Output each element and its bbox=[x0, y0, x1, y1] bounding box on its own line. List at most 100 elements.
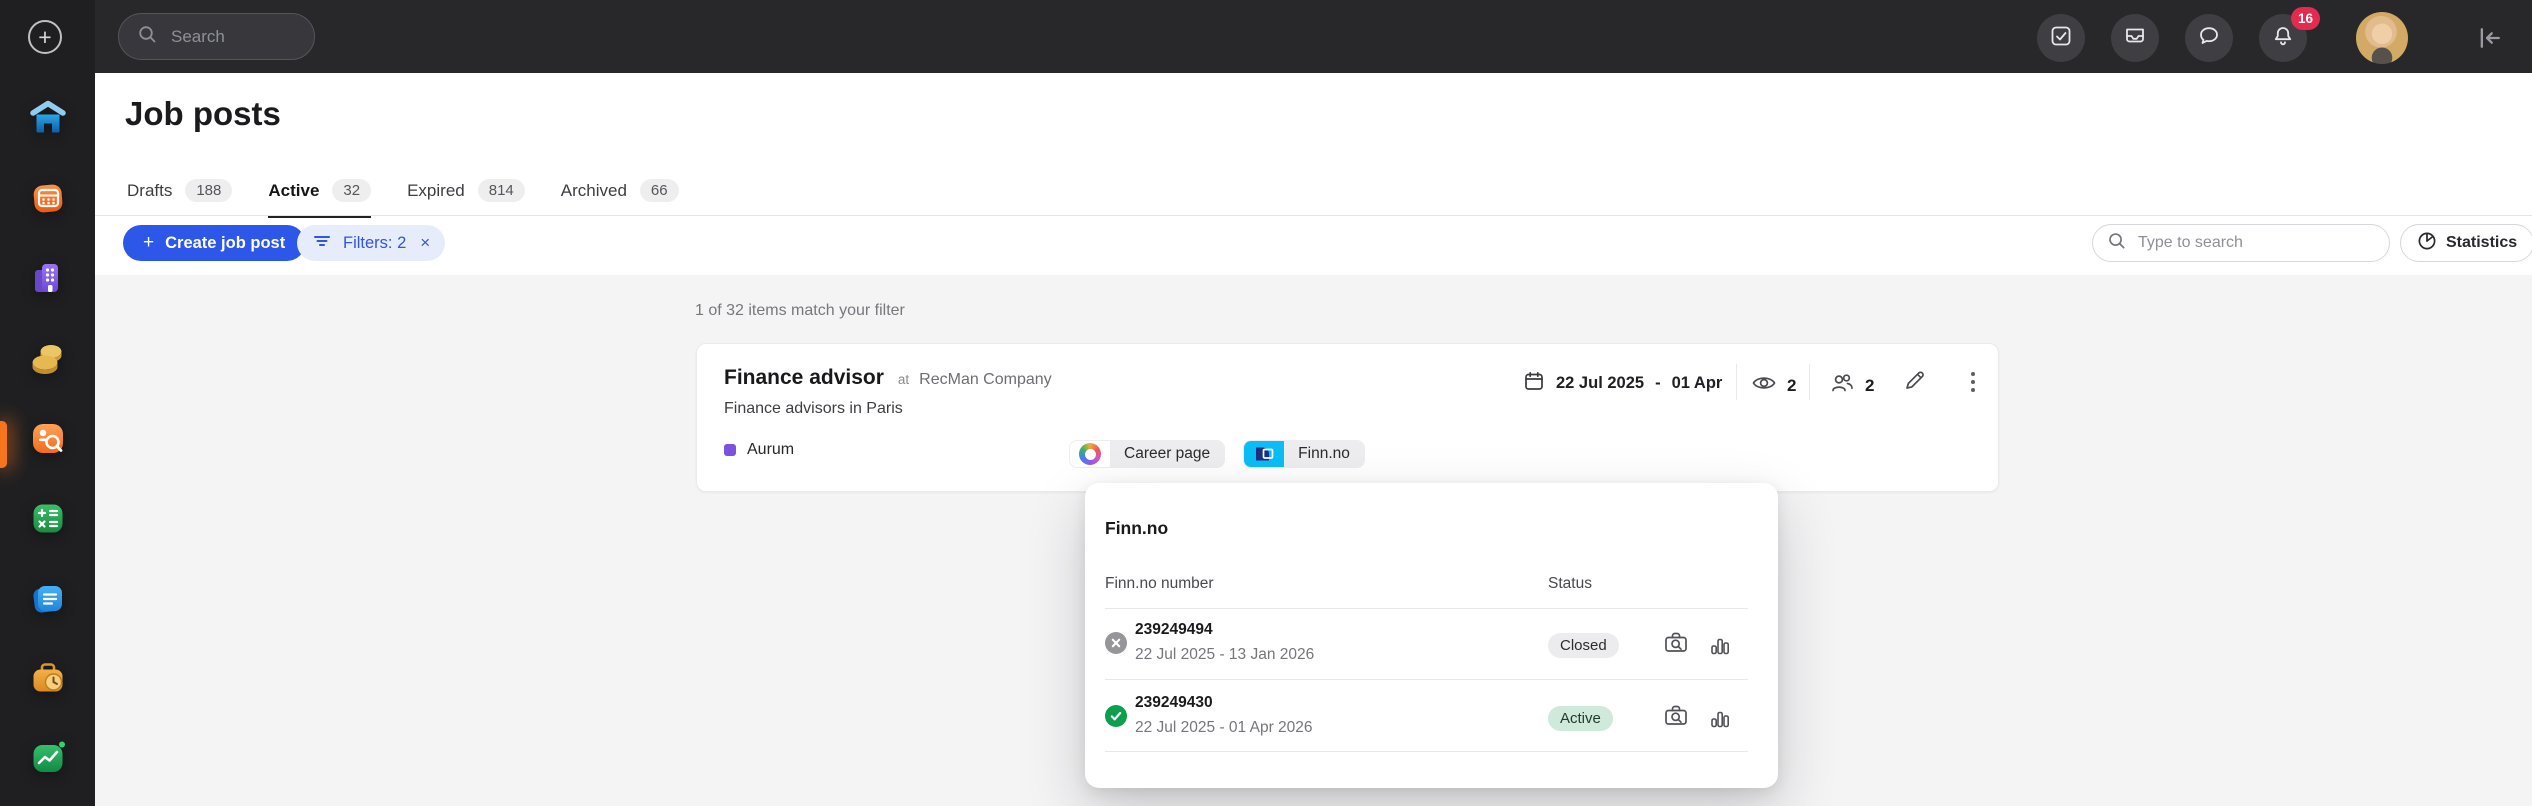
popover-title: Finn.no bbox=[1105, 518, 1168, 539]
applicants-count: 2 bbox=[1865, 376, 1874, 396]
search-icon bbox=[2107, 231, 2127, 256]
kebab-icon bbox=[1971, 372, 1976, 393]
inbox-button[interactable] bbox=[2111, 14, 2159, 62]
calendar-module-icon[interactable] bbox=[28, 178, 68, 218]
tag-label: Aurum bbox=[747, 441, 794, 459]
column-header-status: Status bbox=[1548, 575, 1592, 593]
job-post-card[interactable]: Finance advisor at RecMan Company Financ… bbox=[696, 343, 1999, 492]
finn-popover: Finn.no Finn.no number Status 239249494 … bbox=[1085, 483, 1778, 788]
tab-active[interactable]: Active 32 bbox=[268, 176, 371, 218]
task-check-icon bbox=[2049, 24, 2073, 53]
tag-color-square bbox=[724, 444, 736, 456]
company-module-icon[interactable] bbox=[28, 258, 68, 298]
channel-label: Career page bbox=[1110, 441, 1224, 467]
eye-icon bbox=[1751, 370, 1777, 401]
tab-expired[interactable]: Expired 814 bbox=[407, 176, 525, 218]
topbar: 16 bbox=[95, 0, 2532, 73]
finn-number[interactable]: 239249430 bbox=[1135, 694, 1213, 712]
calendar-icon bbox=[1523, 370, 1545, 397]
channel-label: Finn.no bbox=[1284, 441, 1364, 467]
clients-module-icon[interactable] bbox=[28, 338, 68, 378]
channel-finn-no[interactable]: Finn.no bbox=[1243, 440, 1365, 468]
global-search[interactable] bbox=[118, 13, 315, 60]
divider bbox=[1105, 608, 1748, 609]
at-label: at bbox=[898, 372, 909, 387]
job-lookup-button[interactable] bbox=[1663, 630, 1689, 656]
statistics-bars-button[interactable] bbox=[1707, 632, 1733, 658]
job-post-tabs: Drafts 188 Active 32 Expired 814 Archive… bbox=[127, 176, 679, 218]
date-separator: - bbox=[1655, 374, 1661, 393]
finn-number[interactable]: 239249494 bbox=[1135, 621, 1213, 639]
recruitment-search-icon[interactable] bbox=[28, 418, 68, 458]
views-count: 2 bbox=[1787, 376, 1796, 396]
tasks-button[interactable] bbox=[2037, 14, 2085, 62]
tab-label: Active bbox=[268, 181, 319, 201]
sidebar-nav bbox=[0, 98, 95, 778]
tab-count: 814 bbox=[478, 179, 525, 202]
statistics-bars-button[interactable] bbox=[1707, 705, 1733, 731]
tab-drafts[interactable]: Drafts 188 bbox=[127, 176, 232, 218]
closed-circle-x-icon bbox=[1105, 632, 1127, 659]
avatar[interactable] bbox=[2356, 12, 2408, 64]
tab-label: Drafts bbox=[127, 181, 172, 201]
status-badge: Active bbox=[1548, 706, 1613, 731]
more-options-button[interactable] bbox=[1959, 368, 1987, 396]
page-title: Job posts bbox=[125, 95, 281, 133]
notifications-button[interactable]: 16 bbox=[2259, 14, 2307, 62]
filter-icon bbox=[312, 231, 332, 256]
filters-chip[interactable]: Filters: 2 × bbox=[297, 225, 445, 261]
collapse-left-icon[interactable] bbox=[2473, 21, 2507, 55]
job-lookup-button[interactable] bbox=[1663, 703, 1689, 729]
documents-module-icon[interactable] bbox=[28, 578, 68, 618]
chat-icon bbox=[2197, 24, 2221, 53]
date-from: 22 Jul 2025 bbox=[1556, 374, 1644, 393]
divider bbox=[1105, 679, 1748, 680]
job-post-search[interactable] bbox=[2092, 224, 2390, 262]
add-new-button[interactable]: + bbox=[28, 20, 62, 54]
statistics-label: Statistics bbox=[2446, 234, 2517, 252]
app-screen: + bbox=[0, 0, 2532, 806]
tab-archived[interactable]: Archived 66 bbox=[561, 176, 679, 218]
inbox-icon bbox=[2123, 24, 2147, 53]
global-search-input[interactable] bbox=[169, 26, 289, 48]
finn-date-range: 22 Jul 2025 - 13 Jan 2026 bbox=[1135, 646, 1314, 664]
tab-count: 32 bbox=[332, 179, 371, 202]
divider bbox=[1809, 364, 1810, 400]
statistics-button[interactable]: Statistics bbox=[2400, 224, 2532, 262]
finn-logo-icon bbox=[1244, 441, 1284, 467]
reports-module-icon[interactable] bbox=[28, 738, 68, 778]
tab-count: 188 bbox=[185, 179, 232, 202]
pencil-icon bbox=[1902, 367, 1928, 398]
job-title-row: Finance advisor at RecMan Company bbox=[724, 366, 1052, 390]
clear-filters-icon[interactable]: × bbox=[420, 233, 430, 253]
worktime-module-icon[interactable] bbox=[28, 658, 68, 698]
create-job-post-label: Create job post bbox=[165, 234, 285, 253]
project-tag: Aurum bbox=[724, 441, 794, 459]
edit-button[interactable] bbox=[1901, 368, 1929, 396]
date-range: 22 Jul 2025 - 01 Apr bbox=[1523, 370, 1722, 397]
main-area: Job posts Drafts 188 Active 32 Expired 8… bbox=[95, 73, 2532, 806]
bell-icon bbox=[2271, 24, 2295, 53]
sidebar: + bbox=[0, 0, 95, 806]
applicants-counter[interactable]: 2 bbox=[1829, 370, 1874, 401]
people-icon bbox=[1829, 370, 1855, 401]
publish-channels: Career page Finn.no bbox=[1069, 440, 1365, 468]
tab-label: Expired bbox=[407, 181, 465, 201]
career-page-ring-icon bbox=[1070, 441, 1110, 467]
chat-button[interactable] bbox=[2185, 14, 2233, 62]
page-header: Job posts Drafts 188 Active 32 Expired 8… bbox=[95, 73, 2532, 275]
channel-career-page[interactable]: Career page bbox=[1069, 440, 1225, 468]
calculator-module-icon[interactable] bbox=[28, 498, 68, 538]
job-post-search-input[interactable] bbox=[2136, 233, 2356, 253]
pie-chart-icon bbox=[2417, 231, 2437, 256]
topbar-actions: 16 bbox=[2037, 12, 2507, 64]
column-header-number: Finn.no number bbox=[1105, 575, 1214, 593]
job-title[interactable]: Finance advisor bbox=[724, 366, 884, 390]
active-circle-check-icon bbox=[1105, 705, 1127, 732]
finn-date-range: 22 Jul 2025 - 01 Apr 2026 bbox=[1135, 719, 1313, 737]
date-to: 01 Apr bbox=[1672, 374, 1723, 393]
create-job-post-button[interactable]: + Create job post bbox=[123, 225, 305, 261]
home-icon[interactable] bbox=[28, 98, 68, 138]
views-counter[interactable]: 2 bbox=[1751, 370, 1796, 401]
company-name[interactable]: RecMan Company bbox=[919, 371, 1052, 389]
